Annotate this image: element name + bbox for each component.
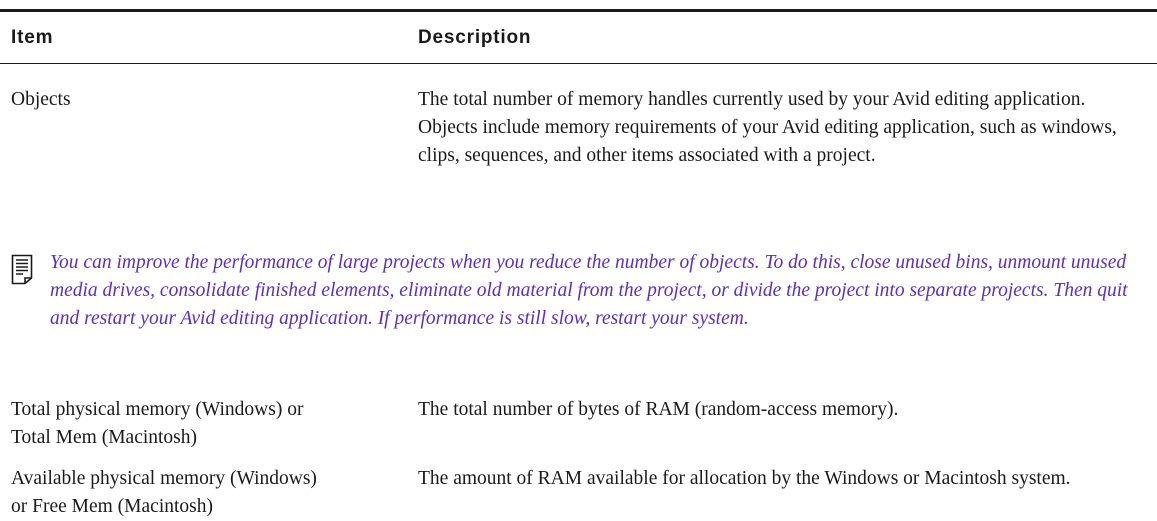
row-available-memory-item: Available physical memory (Windows) or F… [11, 465, 406, 521]
row-available-memory-item-line1: Available physical memory (Windows) [11, 468, 317, 489]
row-total-memory-description: The total number of bytes of RAM (random… [418, 399, 899, 420]
note-text: You can improve the performance of large… [50, 252, 1128, 329]
row-total-memory-item: Total physical memory (Windows) or Total… [11, 396, 406, 452]
row-available-memory-description: The amount of RAM available for allocati… [418, 468, 1071, 489]
table-top-rule [0, 9, 1157, 12]
row-total-memory-item-line1: Total physical memory (Windows) or [11, 399, 304, 420]
row-objects-description: The total number of memory handles curre… [418, 89, 1117, 166]
row-total-memory-item-line2: Total Mem (Macintosh) [11, 427, 198, 448]
header-divider [0, 63, 1157, 64]
row-available-memory-item-line2: or Free Mem (Macintosh) [11, 496, 213, 517]
note-icon [11, 254, 33, 285]
document-page: Item Description Objects The total numbe… [0, 0, 1157, 517]
column-header-item: Item [11, 27, 54, 48]
row-objects-item: Objects [11, 89, 71, 110]
column-header-description: Description [418, 27, 532, 48]
